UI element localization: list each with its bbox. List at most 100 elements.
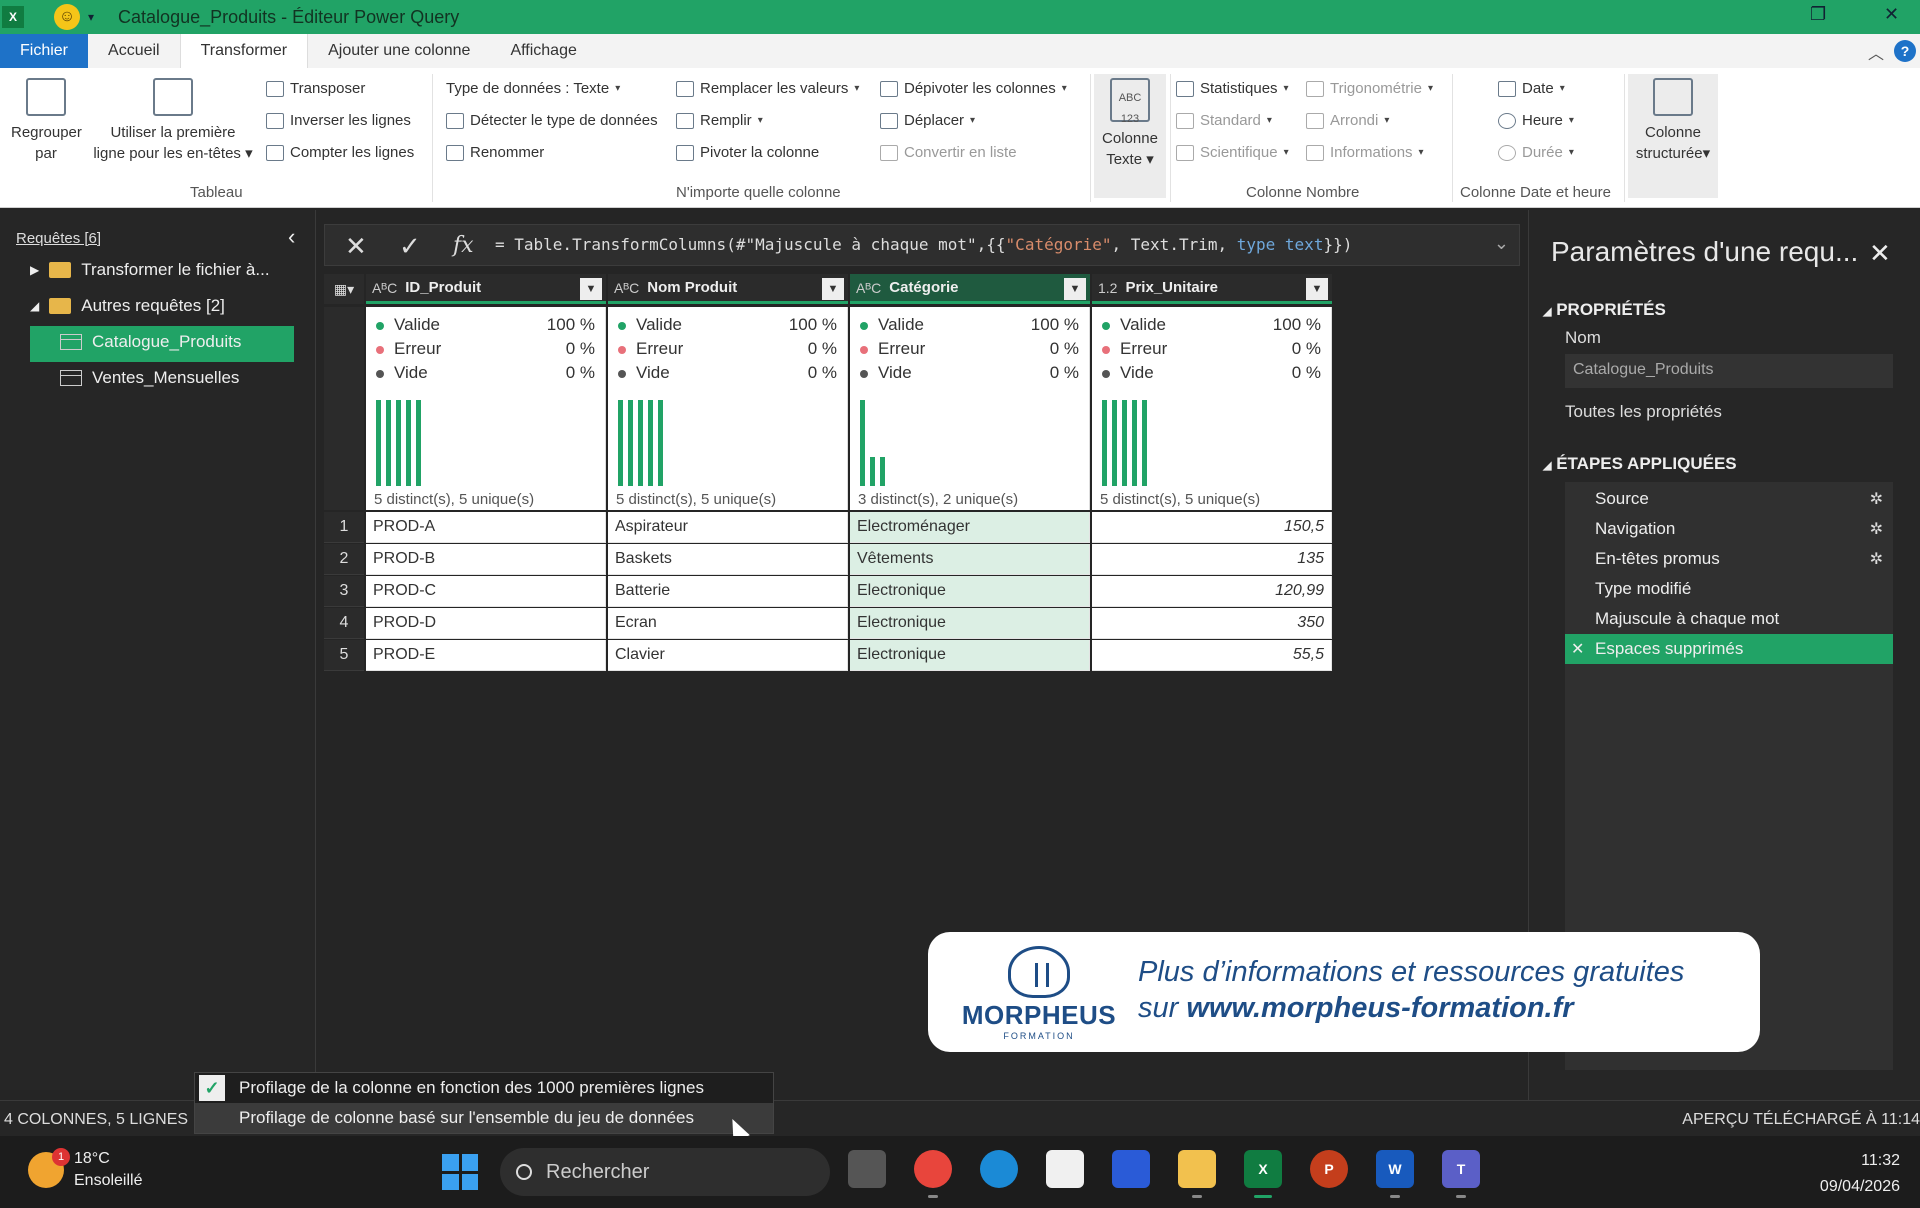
profiling-first-1000-option[interactable]: ✓ Profilage de la colonne en fonction des… [195,1073,773,1103]
distribution-bar[interactable] [618,400,623,486]
detect-type-button[interactable]: Détecter le type de données [446,112,658,129]
row-number[interactable]: 5 [324,640,364,671]
table-cell[interactable]: 135 [1092,544,1332,575]
distribution-bar[interactable] [628,400,633,486]
query-name-input[interactable]: Catalogue_Produits [1565,354,1893,388]
all-properties-link[interactable]: Toutes les propriétés [1565,402,1722,422]
table-cell[interactable]: 55,5 [1092,640,1332,671]
distribution-bar[interactable] [1142,400,1147,486]
gear-icon[interactable]: ✲ [1870,549,1883,569]
fill-button[interactable]: Remplir ▾ [676,112,763,129]
distribution-bar[interactable] [638,400,643,486]
compter-lignes-button[interactable]: Compter les lignes [266,144,414,161]
table-cell[interactable]: 120,99 [1092,576,1332,607]
weather-widget[interactable]: 1 18°C Ensoleillé [28,1148,142,1192]
excel-icon[interactable]: X [1244,1150,1282,1198]
standard-button[interactable]: Standard ▾ [1176,112,1272,129]
query-group-other[interactable]: ◢ Autres requêtes [2] [30,296,225,316]
table-cell[interactable]: 150,5 [1092,512,1332,543]
distribution-bar[interactable] [406,400,411,486]
table-cell[interactable]: PROD-B [366,544,606,575]
distribution-bar[interactable] [1132,400,1137,486]
tab-accueil[interactable]: Accueil [88,34,180,68]
filter-dropdown-icon[interactable]: ▼ [822,278,844,300]
time-button[interactable]: Heure ▾ [1498,112,1574,129]
row-number[interactable]: 1 [324,512,364,543]
taskbar-clock[interactable]: 11:32 09/04/2026 [1820,1148,1900,1200]
distribution-bar[interactable] [860,400,865,486]
distribution-bar[interactable] [880,457,885,486]
tab-transformer[interactable]: Transformer [179,34,309,68]
formula-input[interactable]: = Table.TransformColumns(#"Majuscule à c… [495,235,1352,254]
gear-icon[interactable]: ✲ [1870,489,1883,509]
word-icon[interactable]: W [1376,1150,1414,1198]
promo-banner[interactable]: MORPHEUS FORMATION Plus d’informations e… [928,932,1760,1052]
column-header-prix-unitaire[interactable]: 1.2 Prix_Unitaire ▼ [1092,274,1332,304]
use-first-row-headers-button[interactable]: Utiliser la première ligne pour les en-t… [88,78,258,164]
close-settings-icon[interactable]: ✕ [1869,238,1891,269]
profiling-entire-dataset-option[interactable]: Profilage de colonne basé sur l'ensemble… [195,1103,773,1133]
table-cell[interactable]: Electronique [850,640,1090,671]
tab-ajouter-colonne[interactable]: Ajouter une colonne [308,34,490,68]
distribution-bar[interactable] [1122,400,1127,486]
trigonometry-button[interactable]: Trigonométrie ▾ [1306,80,1433,97]
column-header-nom-produit[interactable]: AᴮC Nom Produit ▼ [608,274,848,304]
filter-dropdown-icon[interactable]: ▼ [580,278,602,300]
expand-formula-icon[interactable]: ⌄ [1494,233,1509,254]
collapse-ribbon-icon[interactable]: ︿ [1868,40,1884,64]
collapse-triangle-icon[interactable]: ◢ [30,299,39,313]
table-cell[interactable]: 350 [1092,608,1332,639]
table-cell[interactable]: Electronique [850,608,1090,639]
distribution-bar[interactable] [1112,400,1117,486]
quick-access-dropdown-icon[interactable]: ▾ [88,10,94,24]
replace-values-button[interactable]: Remplacer les valeurs ▾ [676,80,859,97]
distribution-bar[interactable] [648,400,653,486]
regrouper-par-button[interactable]: Regrouper par [6,78,86,164]
file-explorer-icon[interactable] [1178,1150,1216,1198]
convert-to-list-button[interactable]: Convertir en liste [880,144,1017,161]
statistics-button[interactable]: Statistiques ▾ [1176,80,1289,97]
teams-icon[interactable]: T [1442,1150,1480,1198]
distribution-bar[interactable] [1102,400,1107,486]
transposer-button[interactable]: Transposer [266,80,365,97]
distribution-bar[interactable] [396,400,401,486]
information-button[interactable]: Informations ▾ [1306,144,1424,161]
delete-step-icon[interactable]: ✕ [1571,639,1584,659]
windows-start-icon[interactable] [442,1154,478,1190]
chrome-icon[interactable] [914,1150,952,1198]
taskbar-search[interactable]: Rechercher [500,1148,830,1196]
table-cell[interactable]: Ecran [608,608,848,639]
text-column-button[interactable]: ABC 123 Colonne Texte ▾ [1094,78,1166,170]
powerpoint-icon[interactable]: P [1310,1150,1348,1188]
queries-header[interactable]: Requêtes [6] [16,230,101,247]
table-cell[interactable]: Vêtements [850,544,1090,575]
query-ventes-mensuelles[interactable]: Ventes_Mensuelles [60,368,239,388]
table-cell[interactable]: Aspirateur [608,512,848,543]
unpivot-columns-button[interactable]: Dépivoter les colonnes ▾ [880,80,1067,97]
structured-column-button[interactable]: Colonne structurée▾ [1628,78,1718,164]
data-type-dropdown[interactable]: Type de données : Texte ▾ [446,80,620,97]
distribution-bar[interactable] [376,400,381,486]
table-menu-icon[interactable]: ▦▾ [324,274,364,304]
tab-affichage[interactable]: Affichage [490,34,596,68]
table-cell[interactable]: Clavier [608,640,848,671]
rename-button[interactable]: Renommer [446,144,544,161]
task-view-icon[interactable] [848,1150,886,1188]
column-header-categorie[interactable]: AᴮC Catégorie ▼ [850,274,1090,304]
row-number[interactable]: 3 [324,576,364,607]
promo-link[interactable]: www.morpheus-formation.fr [1186,992,1573,1024]
row-number[interactable]: 2 [324,544,364,575]
filter-dropdown-icon[interactable]: ▼ [1064,278,1086,300]
edge-icon[interactable] [980,1150,1018,1188]
fx-icon[interactable]: fx [453,233,474,258]
step-promoted-headers[interactable]: En-têtes promus ✲ [1565,544,1893,574]
table-cell[interactable]: Electronique [850,576,1090,607]
round-button[interactable]: Arrondi ▾ [1306,112,1389,129]
query-group-transform-file[interactable]: ▶ Transformer le fichier à... [30,260,270,280]
step-capitalize[interactable]: Majuscule à chaque mot [1565,604,1893,634]
store-icon[interactable] [1046,1150,1084,1188]
filter-dropdown-icon[interactable]: ▼ [1306,278,1328,300]
gear-icon[interactable]: ✲ [1870,519,1883,539]
collapse-panel-icon[interactable]: ‹ [288,224,295,250]
table-cell[interactable]: Electroménager [850,512,1090,543]
